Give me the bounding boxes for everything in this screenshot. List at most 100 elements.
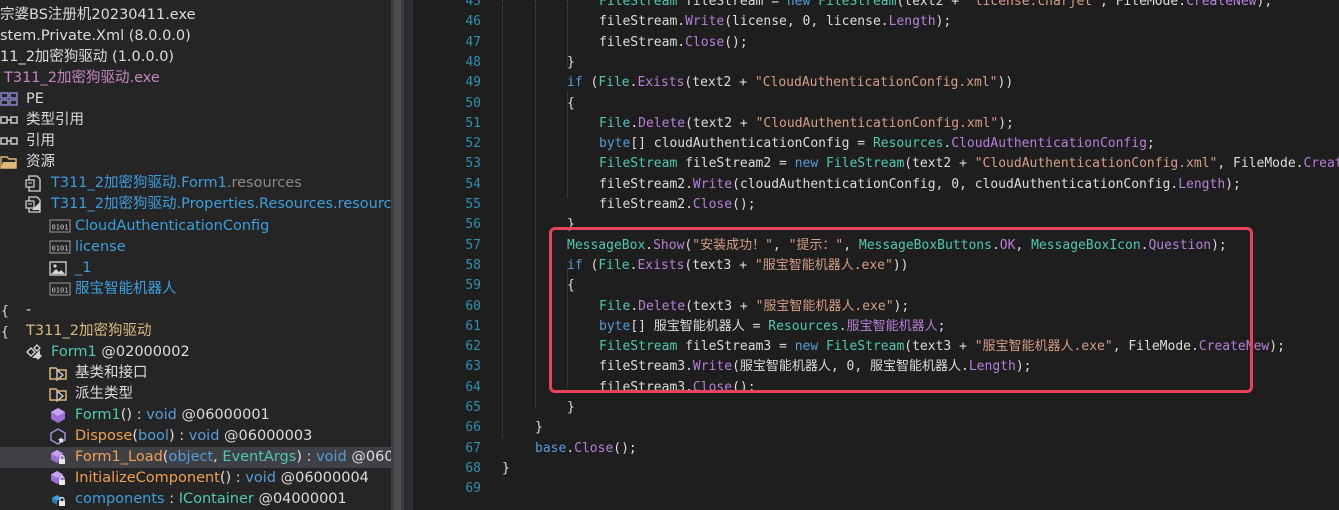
code-line: 45 FileStream fileStream = new FileStream…	[413, 0, 1339, 12]
code-token: Close	[574, 440, 614, 456]
code-token: (	[582, 75, 599, 91]
tree-node[interactable]: { } T311_2加密狗驱动	[0, 321, 391, 342]
tree-node-text: 服宝智能机器人	[75, 280, 177, 297]
tree-node-text: license	[75, 238, 126, 255]
tree-node-text: Form1_Load	[75, 449, 163, 466]
tree-node-label: license	[75, 237, 126, 258]
code-token: (license, 0, license.	[724, 14, 889, 30]
code-text: FileStream fileStream2 = new FileStream(…	[599, 154, 1339, 174]
class-icon	[25, 343, 43, 361]
code-text: if (File.Exists(text2 + "CloudAuthentica…	[567, 73, 1013, 93]
tree-node[interactable]: 引用	[0, 131, 391, 152]
svg-text:0101: 0101	[52, 223, 69, 231]
tree-node[interactable]: InitializeComponent() : void @06000004	[0, 468, 391, 489]
tree-node-text: () :	[120, 406, 147, 423]
code-token: Length	[1178, 176, 1226, 192]
code-token: base	[535, 440, 567, 456]
method-private-icon	[49, 470, 67, 487]
tree-node[interactable]: stem.Private.Xml (8.0.0.0)	[0, 26, 391, 47]
code-token: }	[567, 400, 575, 415]
tree-node[interactable]: _1	[0, 258, 391, 279]
code-line: 67 base.Close();	[413, 439, 1339, 459]
explorer-scrollbar[interactable]	[391, 0, 404, 510]
tree-node-text: object	[168, 449, 214, 466]
type-ref-icon	[0, 112, 18, 129]
folder-open-icon	[0, 154, 18, 171]
tree-node[interactable]: PE	[0, 89, 391, 110]
code-line: 48}	[413, 53, 1339, 73]
code-line: 53 FileStream fileStream2 = new FileStrea…	[413, 154, 1339, 174]
tree-node[interactable]: T311_2加密狗驱动.Form1.resources	[0, 173, 391, 194]
explorer-scrollbar-thumb[interactable]	[394, 0, 401, 510]
line-number: 57	[465, 237, 481, 253]
code-line: 55 fileStream2.Close();	[413, 195, 1339, 215]
line-number: 49	[465, 75, 481, 91]
tree-node-text: CloudAuthenticationConfig	[75, 217, 270, 234]
binary-icon: 0101	[49, 281, 71, 298]
tree-node[interactable]: Form1() : void @06000001	[0, 405, 391, 426]
tree-node-text: 宗婆BS注册机20230411.exe	[0, 7, 196, 23]
tree-node-text: components	[75, 491, 165, 508]
tree-node[interactable]: T311_2加密狗驱动.Properties.Resources.resourc…	[0, 194, 391, 215]
tree-node-label: Form1_Load(object, EventArgs) : void @06…	[75, 447, 391, 468]
code-token: );	[1225, 176, 1241, 192]
code-text: {	[567, 94, 575, 114]
tree-node[interactable]: { }-	[0, 300, 391, 321]
tree-node[interactable]: Dispose(bool) : void @06000003	[0, 426, 391, 447]
line-number: 58	[465, 257, 481, 273]
code-line: 66}	[413, 418, 1339, 438]
namespace-icon: { }	[0, 323, 24, 340]
tree-node-text: @04000001	[253, 491, 347, 508]
line-number: 61	[465, 318, 481, 334]
tree-node-text: T311_2加密狗驱动	[26, 322, 152, 339]
tree-node-label: Dispose(bool) : void @06000003	[75, 426, 312, 447]
tree-node-label: -	[26, 300, 31, 321]
line-number: 50	[465, 95, 481, 111]
tree-node-text: void	[316, 449, 347, 466]
tree-node-label: Form1 @02000002	[51, 342, 190, 363]
method-override-icon	[49, 428, 67, 445]
tree-node-text: T311_2加密狗驱动.Properties.Resources.resourc…	[51, 196, 391, 213]
tree-node-label: T311_2加密狗驱动.Properties.Resources.resourc…	[51, 194, 391, 215]
pane-splitter[interactable]	[404, 0, 413, 510]
tree-node[interactable]: Form1_Load(object, EventArgs) : void @06…	[0, 447, 391, 469]
code-text: }	[502, 459, 510, 479]
svg-text:0101: 0101	[52, 286, 69, 294]
code-token: new	[794, 156, 819, 172]
tree-node[interactable]: 派生类型	[0, 384, 391, 405]
code-token: (text2 +	[904, 156, 975, 172]
code-line: 69	[413, 479, 1339, 499]
tree-node[interactable]: Form1 @02000002	[0, 342, 391, 363]
tree-node[interactable]: 0101 服宝智能机器人	[0, 279, 391, 300]
tree-node[interactable]: 11_2加密狗驱动 (1.0.0.0)	[0, 47, 391, 68]
code-token: ();	[732, 197, 756, 212]
code-text: }	[567, 53, 575, 73]
tree-node[interactable]: 资源	[0, 152, 391, 173]
tree-node-label: stem.Private.Xml (8.0.0.0)	[0, 26, 191, 47]
tree-node-text: 派生类型	[75, 385, 133, 402]
tree-node[interactable]: 宗婆BS注册机20230411.exe	[0, 5, 391, 26]
tree-node[interactable]: 0101 CloudAuthenticationConfig	[0, 216, 391, 237]
code-token: FileStream	[826, 156, 905, 172]
indent-guide	[502, 0, 503, 438]
code-token: .	[566, 440, 575, 456]
code-token: CreateNew	[1186, 0, 1257, 9]
tree-node[interactable]: 0101 license	[0, 237, 391, 258]
tree-node-text: _1	[75, 259, 92, 276]
code-token: fileStream =	[677, 0, 787, 9]
code-text: base.Close();	[535, 439, 637, 459]
tree-node[interactable]: T311_2加密狗驱动.exe	[0, 68, 391, 89]
tree-node[interactable]: 基类和接口	[0, 363, 391, 384]
tree-node-label: 宗婆BS注册机20230411.exe	[0, 5, 196, 26]
code-token: (text2 +	[685, 115, 756, 131]
indent-guide	[535, 0, 536, 408]
tree-node[interactable]: components : IContainer @04000001	[0, 489, 391, 510]
tree-node-text: Form1	[75, 406, 121, 423]
code-line: 47 fileStream.Close();	[413, 33, 1339, 53]
line-number: 52	[465, 136, 481, 152]
code-token: FileStream	[599, 156, 678, 172]
tree-node-text: ,	[213, 449, 223, 466]
tree-node[interactable]: 类型引用	[0, 110, 391, 131]
code-text: FileStream fileStream = new FileStream(t…	[599, 0, 1272, 12]
code-token: if	[567, 75, 583, 91]
